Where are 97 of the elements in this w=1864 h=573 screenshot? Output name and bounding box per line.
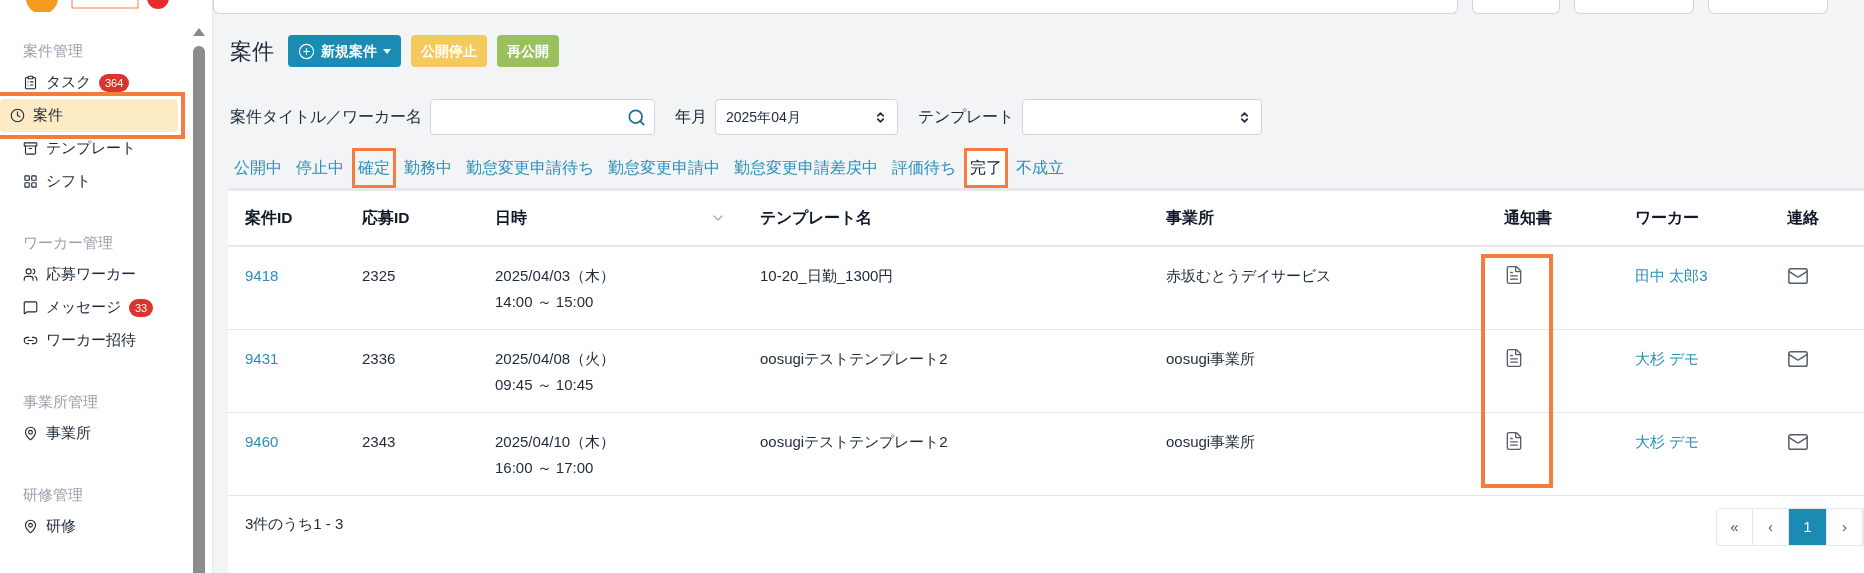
- section-heading: 案件管理: [22, 41, 84, 61]
- status-tab[interactable]: 公開中: [228, 148, 288, 188]
- table-cell: oosugiテストテンプレート2: [760, 433, 948, 450]
- nav-label: テンプレート: [46, 138, 136, 159]
- status-tab[interactable]: 勤怠変更申請待ち: [460, 148, 600, 188]
- clipboard-icon: [23, 75, 38, 90]
- time-text: 16:00 ～ 17:00: [495, 457, 595, 478]
- status-tab[interactable]: 完了: [964, 148, 1008, 188]
- count-badge: 364: [99, 73, 130, 92]
- page-title: 案件: [230, 37, 274, 66]
- search-field[interactable]: [430, 99, 655, 135]
- status-tab[interactable]: 勤怠変更申請中: [602, 148, 726, 188]
- count-badge: 33: [129, 298, 154, 317]
- column-header: テンプレート名: [743, 191, 1149, 247]
- nav-label: 研修: [46, 516, 76, 537]
- column-header: ワーカー: [1618, 191, 1770, 247]
- select-field[interactable]: 2025年04月: [715, 99, 898, 135]
- status-tab[interactable]: 勤務中: [398, 148, 458, 188]
- nav-label: メッセージ: [46, 297, 121, 318]
- nav-label: シフト: [46, 171, 91, 192]
- location-pin-icon: [23, 426, 38, 441]
- updown-icon: [874, 110, 887, 124]
- nav-item[interactable]: 応募ワーカー: [13, 258, 178, 291]
- nav-item[interactable]: メッセージ 33: [13, 291, 178, 324]
- location-pin-icon: [23, 519, 38, 534]
- table-cell: 2336: [362, 350, 396, 367]
- nav-label: タスク: [46, 72, 91, 93]
- page-button[interactable]: «: [1717, 509, 1753, 545]
- nav-item[interactable]: 案件: [0, 99, 178, 132]
- nav-item[interactable]: タスク 364: [13, 66, 178, 99]
- date-text: 2025/04/03（木）: [495, 266, 617, 286]
- nav-item[interactable]: ワーカー招待: [13, 324, 178, 357]
- status-tab[interactable]: 勤怠変更申請差戻中: [728, 148, 884, 188]
- document-icon[interactable]: [1504, 348, 1524, 368]
- document-icon[interactable]: [1504, 431, 1524, 451]
- filter-label: 案件タイトル／ワーカー名: [230, 107, 422, 127]
- table-cell: 2325: [362, 267, 396, 284]
- table-cell-text: oosugi事業所: [1166, 432, 1257, 452]
- users-icon: [23, 267, 38, 282]
- result-count: 3件のうち1 - 3: [245, 513, 344, 534]
- section-heading: ワーカー管理: [22, 233, 114, 253]
- plus-icon: [298, 42, 315, 60]
- nav-label: 案件: [33, 105, 63, 126]
- nav-label: 事業所: [46, 423, 91, 444]
- table-cell-text: 赤坂むとうデイサービス: [1166, 266, 1332, 286]
- worker-link[interactable]: 田中 太郎3: [1635, 267, 1708, 284]
- case-id-link[interactable]: 9418: [245, 267, 279, 284]
- column-header: 案件ID: [228, 191, 345, 247]
- section-heading: 事業所管理: [22, 392, 99, 412]
- status-tab[interactable]: 確定: [352, 148, 396, 188]
- caret-icon: [383, 48, 391, 54]
- table-cell: 10-20_日勤_1300円: [760, 267, 894, 284]
- search-field[interactable]: [213, 0, 1458, 14]
- action-button[interactable]: 新規案件: [288, 35, 401, 67]
- time-text: 09:45 ～ 10:45: [495, 374, 595, 395]
- column-header: 事業所: [1149, 191, 1487, 247]
- page-button[interactable]: ›: [1827, 509, 1863, 545]
- worker-link[interactable]: 大杉 デモ: [1635, 433, 1700, 450]
- select-field[interactable]: [1022, 99, 1262, 135]
- column-header[interactable]: 日時: [478, 191, 743, 247]
- mail-icon[interactable]: [1787, 431, 1809, 453]
- scroll-up-icon: [192, 28, 205, 36]
- search-icon: [627, 107, 646, 127]
- status-tab[interactable]: 不成立: [1010, 148, 1070, 188]
- archive-icon: [23, 141, 38, 156]
- nav-label: 応募ワーカー: [46, 264, 136, 285]
- status-tab[interactable]: 停止中: [290, 148, 350, 188]
- case-id-link[interactable]: 9431: [245, 350, 279, 367]
- table-cell: oosugiテストテンプレート2: [760, 350, 948, 367]
- date-text: 2025/04/10（木）: [495, 432, 617, 452]
- mail-icon[interactable]: [1787, 348, 1809, 370]
- table-cell: 2343: [362, 433, 396, 450]
- nav-label: ワーカー招待: [46, 330, 136, 351]
- column-header: 応募ID: [345, 191, 478, 247]
- page-button[interactable]: 1: [1789, 509, 1827, 545]
- mail-icon[interactable]: [1787, 265, 1809, 287]
- nav-item[interactable]: テンプレート: [13, 132, 178, 165]
- date-text: 2025/04/08（火）: [495, 349, 617, 369]
- clock-icon: [10, 108, 25, 123]
- speech-bubble-icon: [23, 300, 38, 315]
- status-tab[interactable]: 評価待ち: [886, 148, 962, 188]
- section-heading: 研修管理: [22, 485, 84, 505]
- nav-item[interactable]: 研修: [13, 510, 178, 543]
- column-header: 連絡: [1770, 191, 1864, 247]
- column-header: 通知書: [1487, 191, 1618, 247]
- worker-link[interactable]: 大杉 デモ: [1635, 350, 1700, 367]
- action-button[interactable]: 再公開: [497, 35, 559, 67]
- nav-item[interactable]: 事業所: [13, 417, 178, 450]
- filter-label: 年月: [675, 107, 707, 127]
- updown-icon: [1238, 110, 1251, 124]
- grid-icon: [23, 174, 38, 189]
- nav-item[interactable]: シフト: [13, 165, 178, 198]
- document-icon[interactable]: [1504, 265, 1524, 285]
- case-id-link[interactable]: 9460: [245, 433, 279, 450]
- filter-label: テンプレート: [918, 107, 1014, 127]
- time-text: 14:00 ～ 15:00: [495, 291, 595, 312]
- table-cell-text: oosugi事業所: [1166, 349, 1257, 369]
